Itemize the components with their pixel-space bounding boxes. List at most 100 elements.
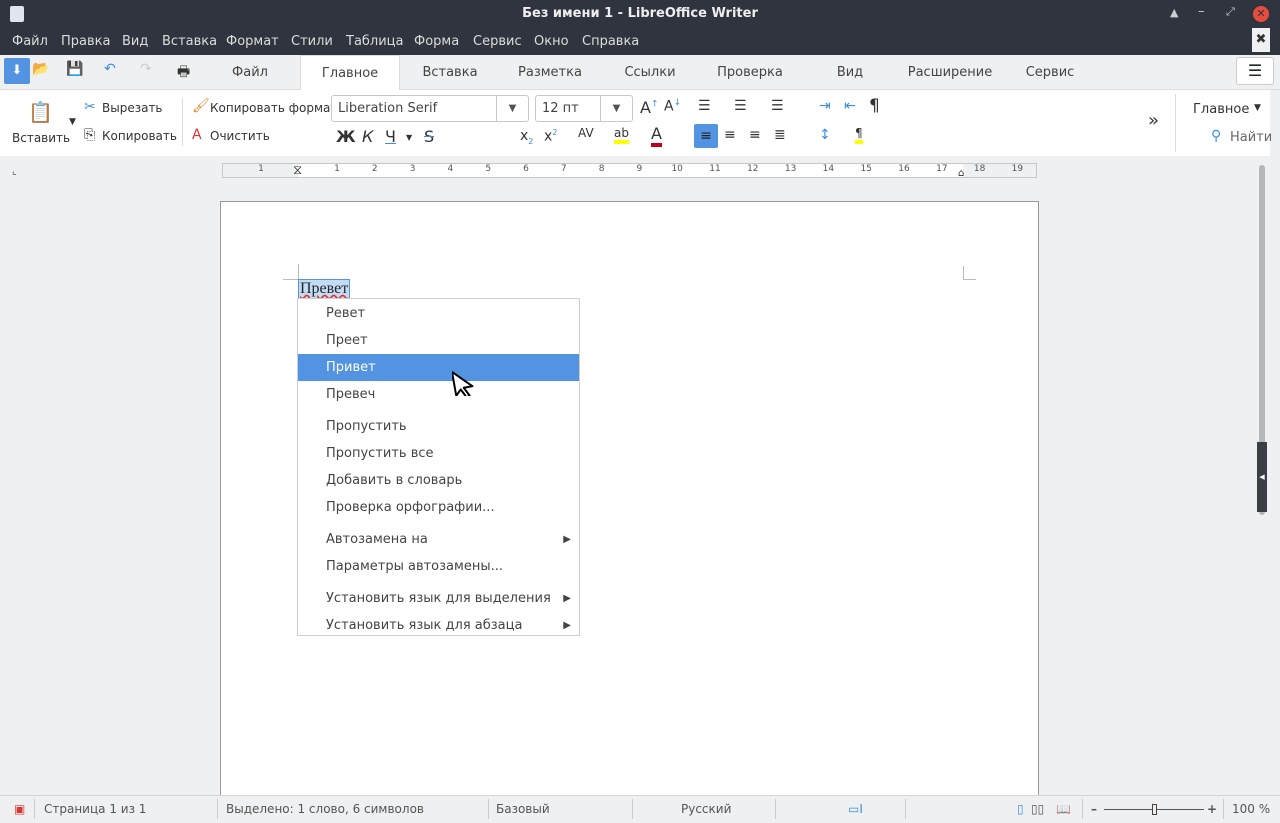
bold-button[interactable]: Ж xyxy=(336,127,356,146)
tab-8[interactable]: Сервис xyxy=(1000,55,1100,90)
paste-dropdown[interactable]: ▼ xyxy=(69,117,76,127)
more-options-button[interactable]: » xyxy=(1148,110,1159,131)
context-menu-item[interactable]: Пропустить все xyxy=(298,440,579,467)
font-size-combo[interactable]: 12 пт ▼ xyxy=(535,95,633,122)
tab-2[interactable]: Вставка xyxy=(400,55,500,90)
multi-page-view-icon[interactable]: ▯▯ xyxy=(1031,802,1044,816)
open-icon[interactable]: 📂 xyxy=(32,61,49,77)
zoom-slider-thumb[interactable] xyxy=(1152,804,1157,815)
page-number[interactable]: Страница 1 из 1 xyxy=(44,802,146,816)
context-menu-item[interactable]: Прeет xyxy=(298,327,579,354)
strikethrough-button[interactable]: S xyxy=(424,127,434,146)
context-menu-item[interactable]: Проверка орфографии... xyxy=(298,494,579,521)
copy-button[interactable]: Копировать xyxy=(102,129,177,143)
close-document-button[interactable]: ✖ xyxy=(1252,28,1270,52)
clear-formatting-button[interactable]: Очистить xyxy=(210,129,270,143)
zoom-slider[interactable] xyxy=(1104,804,1204,815)
print-icon[interactable]: 🖶 xyxy=(177,61,190,85)
start-center-button[interactable]: ⬇ xyxy=(4,58,30,84)
subscript-button[interactable]: x2 xyxy=(520,128,533,146)
horizontal-ruler[interactable]: 1 ⧖ ⌂ 1 2 3 4 5 6 7 8 9 10 11 12 13 14 15 16 17 18 19 xyxy=(222,163,1037,179)
tab-0[interactable]: Файл xyxy=(210,55,290,90)
chevron-down-icon[interactable]: ▼ xyxy=(496,96,528,121)
tab-5[interactable]: Проверка xyxy=(700,55,800,90)
misspelled-word[interactable]: Превет xyxy=(298,279,351,299)
increase-indent-icon[interactable]: ⇥ xyxy=(819,98,831,114)
font-color-icon[interactable]: A xyxy=(651,124,662,147)
menu-9[interactable]: Окно xyxy=(534,34,569,49)
context-menu-item[interactable]: Пропустить xyxy=(298,413,579,440)
decrease-indent-icon[interactable]: ⇤ xyxy=(844,98,856,114)
minimize-button[interactable]: – xyxy=(1198,4,1205,19)
find-button[interactable]: Найти xyxy=(1230,130,1272,145)
bullet-list-icon[interactable]: ☰ xyxy=(698,98,711,114)
menu-8[interactable]: Сервис xyxy=(473,34,522,49)
context-menu-item[interactable]: Параметры автозамены... xyxy=(298,553,579,580)
justify-button[interactable]: ≣ xyxy=(774,127,786,143)
sidebar-toggle[interactable]: ◀ xyxy=(1257,442,1267,512)
zoom-level[interactable]: 100 % xyxy=(1232,802,1270,816)
vertical-scrollbar[interactable]: ◀ xyxy=(1256,160,1268,795)
single-page-view-icon[interactable]: ▯ xyxy=(1017,802,1024,816)
menu-hamburger-button[interactable]: ☰ xyxy=(1236,57,1274,85)
underline-button[interactable]: Ч xyxy=(385,127,396,146)
align-right-button[interactable]: ≡ xyxy=(749,127,761,143)
context-menu-item[interactable]: Ревет xyxy=(298,300,579,327)
context-menu-item[interactable]: Автозамена на ▶ xyxy=(298,526,579,553)
menu-4[interactable]: Формат xyxy=(226,34,279,49)
keep-above-button[interactable]: ▲ xyxy=(1170,6,1178,19)
close-button[interactable]: ✕ xyxy=(1253,6,1269,22)
tab-4[interactable]: Ссылки xyxy=(600,55,700,90)
chevron-down-icon[interactable]: ▼ xyxy=(600,96,632,121)
cut-button[interactable]: Вырезать xyxy=(102,101,163,115)
menu-5[interactable]: Стили xyxy=(291,34,333,49)
tab-1[interactable]: Главное xyxy=(300,55,400,90)
redo-icon[interactable]: ↷ xyxy=(140,61,152,77)
context-menu-item[interactable]: Добавить в словарь xyxy=(298,467,579,494)
tab-3[interactable]: Разметка xyxy=(500,55,600,90)
menu-6[interactable]: Таблица xyxy=(346,34,404,49)
book-view-icon[interactable]: 📖 xyxy=(1056,802,1071,816)
underline-dropdown[interactable]: ▼ xyxy=(406,133,412,142)
page-style[interactable]: Базовый xyxy=(496,802,550,816)
highlight-color-icon[interactable]: ab xyxy=(614,126,629,144)
paragraph-background-icon[interactable]: ¶ xyxy=(855,126,863,144)
italic-button[interactable]: К xyxy=(362,127,373,146)
right-indent-marker[interactable]: ⌂ xyxy=(958,168,964,179)
maximize-button[interactable]: ⤢ xyxy=(1226,5,1235,19)
document-modified-icon[interactable]: ▣ xyxy=(14,802,25,816)
outline-list-icon[interactable]: ☰ xyxy=(771,98,784,114)
context-menu-item[interactable]: Превеч xyxy=(298,381,579,408)
menu-0[interactable]: Файл xyxy=(12,34,48,49)
tab-6[interactable]: Вид xyxy=(800,55,900,90)
insert-mode-icon[interactable]: ▭I xyxy=(848,802,863,816)
tab-7[interactable]: Расширение xyxy=(890,55,1010,90)
menu-3[interactable]: Вставка xyxy=(162,34,217,49)
character-spacing-icon[interactable]: AV xyxy=(578,126,594,140)
formatting-marks-icon[interactable]: ¶ xyxy=(869,96,880,116)
line-spacing-icon[interactable]: ↕ xyxy=(819,127,831,143)
context-menu-item[interactable]: Установить язык для выделения ▶ xyxy=(298,585,579,612)
context-menu-item[interactable]: Привет xyxy=(298,354,579,381)
font-name-combo[interactable]: Liberation Serif ▼ xyxy=(331,95,529,122)
save-icon[interactable]: 💾 xyxy=(66,61,83,77)
shrink-font-icon[interactable]: A↓ xyxy=(664,98,681,115)
context-menu-item[interactable]: Установить язык для абзаца ▶ xyxy=(298,612,579,639)
menu-10[interactable]: Справка xyxy=(582,34,639,49)
menu-2[interactable]: Вид xyxy=(122,34,148,49)
align-left-button[interactable]: ≡ xyxy=(694,124,718,148)
numbered-list-icon[interactable]: ☰ xyxy=(734,98,747,114)
grow-font-icon[interactable]: A↑ xyxy=(640,98,659,117)
align-center-button[interactable]: ≡ xyxy=(724,127,736,143)
left-indent-marker[interactable]: ⧖ xyxy=(293,163,302,178)
superscript-button[interactable]: x2 xyxy=(544,128,557,145)
clone-formatting-button[interactable]: Копировать формат xyxy=(210,101,337,115)
paste-button[interactable]: Вставить xyxy=(12,131,70,145)
style-menu-button[interactable]: Главное xyxy=(1193,102,1249,117)
zoom-in-button[interactable]: + xyxy=(1207,802,1217,816)
menu-1[interactable]: Правка xyxy=(61,34,110,49)
style-menu-dropdown[interactable]: ▼ xyxy=(1254,103,1261,113)
zoom-out-button[interactable]: – xyxy=(1091,802,1097,816)
undo-icon[interactable]: ↶ xyxy=(104,61,116,77)
text-language[interactable]: Русский xyxy=(681,802,731,816)
